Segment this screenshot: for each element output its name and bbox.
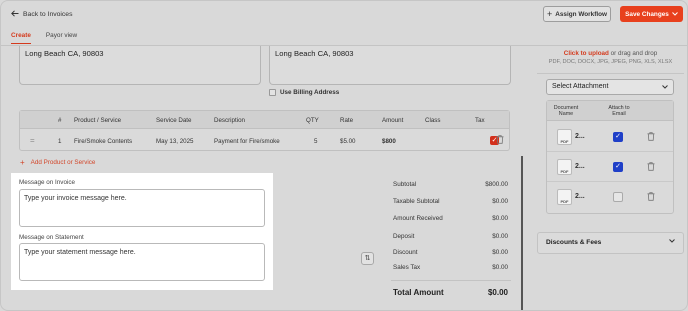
pdf-file-icon: PDF (557, 129, 572, 145)
tab-payor-view[interactable]: Payor view (46, 32, 77, 44)
col-class: Class (425, 117, 441, 124)
trash-icon[interactable] (647, 162, 655, 173)
scrollbar[interactable] (521, 156, 523, 310)
drag-drop-text: or drag and drop (610, 50, 658, 57)
upload-types-text: PDF, DOC, DOCX, JPG, JPEG, PNG, XLS, XLS… (548, 59, 673, 65)
line-items-header: # Product / Service Service Date Descrip… (20, 111, 509, 129)
use-billing-label: Use Billing Address (280, 89, 340, 96)
assign-workflow-button[interactable]: + Assign Workflow (543, 6, 611, 22)
row-num: 1 (58, 138, 62, 145)
attach-email-checkbox[interactable]: ✓ (613, 132, 623, 142)
chevron-down-icon (669, 238, 675, 245)
deposit-label: Deposit (393, 233, 415, 240)
col-qty: QTY (306, 117, 319, 124)
taxable-subtotal-value: $0.00 (492, 198, 508, 205)
total-divider (391, 280, 511, 281)
upload-divider (537, 73, 684, 74)
add-product-label: Add Product or Service (30, 159, 96, 166)
col-document-name: Document Name (553, 105, 579, 117)
col-description: Description (214, 117, 245, 124)
attach-email-checkbox[interactable]: ✓ (613, 162, 623, 172)
subtotal-value: $800.00 (485, 181, 508, 188)
back-label: Back to Invoices (23, 11, 73, 18)
col-attach-email: Attach to Email (608, 105, 630, 117)
discount-value: $0.00 (492, 249, 508, 256)
document-name[interactable]: 2... (575, 163, 585, 170)
col-tax: Tax (475, 117, 485, 124)
messages-panel: Message on Invoice Type your invoice mes… (11, 173, 273, 290)
discount-label: Discount (393, 249, 418, 256)
attachments-header: Document Name Attach to Email (547, 101, 673, 121)
col-service-date: Service Date (156, 117, 192, 124)
save-changes-button[interactable]: Save Changes (620, 6, 683, 22)
plus-icon: + (547, 9, 553, 19)
statement-message-label: Message on Statement (19, 234, 84, 241)
document-name[interactable]: 2... (575, 193, 585, 200)
amount-received-value: $0.00 (492, 215, 508, 222)
plus-icon: + (20, 158, 25, 167)
pdf-file-icon: PDF (557, 159, 572, 175)
attach-email-checkbox[interactable] (613, 192, 623, 202)
subtotal-label: Subtotal (393, 181, 417, 188)
attachments-table: Document Name Attach to Email PDF 2... ✓… (546, 100, 674, 214)
save-changes-label: Save Changes (625, 10, 669, 18)
sales-tax-value: $0.00 (492, 264, 508, 271)
click-to-upload-link[interactable]: Click to upload (564, 50, 609, 57)
top-bar: Back to Invoices + Assign Workflow Save … (1, 1, 687, 31)
invoice-message-input[interactable]: Type your invoice message here. (19, 189, 265, 227)
use-billing-checkbox[interactable] (269, 89, 276, 96)
invoice-message-label: Message on Invoice (19, 179, 76, 186)
discounts-fees-label: Discounts & Fees (546, 239, 602, 246)
billing-address-field[interactable]: Long Beach CA, 90803 (19, 46, 261, 85)
arrow-left-icon (11, 10, 19, 19)
tab-bar: Create Payor view (11, 32, 77, 44)
col-rate: Rate (340, 117, 354, 124)
line-items-table: # Product / Service Service Date Descrip… (19, 110, 510, 151)
tab-create[interactable]: Create (11, 32, 31, 44)
chevron-down-icon (662, 84, 668, 91)
add-product-button[interactable]: + Add Product or Service (20, 158, 95, 167)
statement-message-input[interactable]: Type your statement message here. (19, 243, 265, 281)
row-description[interactable]: Payment for Fire/smoke (214, 138, 280, 145)
swap-icon[interactable]: ⇅ (361, 252, 374, 265)
col-amount: Amount (382, 117, 404, 124)
trash-icon[interactable] (496, 135, 504, 146)
discounts-fees-section[interactable]: Discounts & Fees (537, 232, 684, 254)
list-item: PDF 2... (547, 182, 673, 212)
list-item: PDF 2... ✓ (547, 152, 673, 182)
row-service-date[interactable]: May 13, 2025 (156, 138, 194, 145)
taxable-subtotal-label: Taxable Subtotal (393, 198, 440, 205)
sales-tax-label: Sales Tax (393, 264, 421, 271)
row-amount: $800 (382, 138, 396, 145)
trash-icon[interactable] (647, 132, 655, 143)
total-amount-value: $0.00 (487, 288, 508, 297)
deposit-value: $0.00 (492, 233, 508, 240)
invoice-editor-window: Back to Invoices + Assign Workflow Save … (0, 0, 688, 311)
row-product[interactable]: Fire/Smoke Contents (74, 138, 132, 145)
trash-icon[interactable] (647, 192, 655, 203)
document-name[interactable]: 2... (575, 133, 585, 140)
select-attachment-dropdown[interactable]: Select Attachment (546, 79, 674, 95)
drag-handle-icon[interactable]: = (30, 136, 35, 145)
upload-dropzone[interactable]: Click to upload or drag and drop PDF, DO… (537, 46, 684, 72)
col-product: Product / Service (74, 117, 122, 124)
row-qty[interactable]: 5 (314, 138, 317, 145)
list-item: PDF 2... ✓ (547, 122, 673, 152)
col-num: # (58, 117, 62, 124)
amount-received-label: Amount Received (393, 215, 443, 222)
total-amount-label: Total Amount (393, 288, 444, 297)
chevron-down-icon (671, 11, 678, 18)
assign-workflow-label: Assign Workflow (555, 10, 607, 18)
select-attachment-label: Select Attachment (552, 83, 609, 90)
back-to-invoices-link[interactable]: Back to Invoices (11, 10, 73, 19)
pdf-file-icon: PDF (557, 189, 572, 205)
row-rate[interactable]: $5.00 (340, 138, 355, 145)
shipping-address-field[interactable]: Long Beach CA, 90803 (269, 46, 511, 85)
use-billing-address-option[interactable]: Use Billing Address (269, 89, 339, 96)
